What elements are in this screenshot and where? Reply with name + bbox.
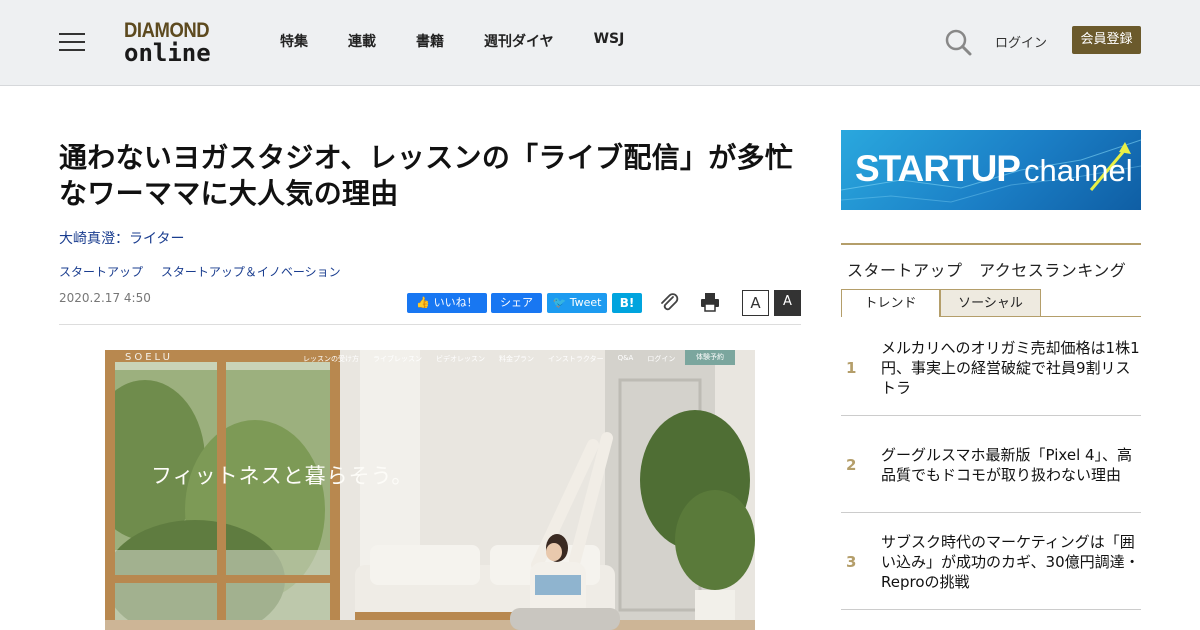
ranking-number: 2: [846, 455, 857, 474]
thumbs-up-icon: 👍: [416, 296, 434, 309]
ranking-item[interactable]: 1 メルカリへのオリガミ売却価格は1株1円、事実上の経営破綻で社員9割リストラ: [841, 319, 1141, 416]
menu-icon[interactable]: [59, 31, 85, 53]
article-hero-image: SOELU レッスンの受け方 ライブレッスン ビデオレッスン 料金プラン インス…: [105, 350, 755, 630]
ranking-top-rule: [841, 243, 1141, 245]
ranking-title: サブスク時代のマーケティングは「囲い込み」が成功のカギ、30億円調達・Repro…: [881, 532, 1140, 591]
font-size-normal-button[interactable]: A: [742, 290, 769, 316]
hero-nav-item: ライブレッスン: [373, 355, 422, 363]
ranking-item[interactable]: 3 サブスク時代のマーケティングは「囲い込み」が成功のカギ、30億円調達・Rep…: [841, 513, 1141, 610]
hero-site-nav: SOELU レッスンの受け方 ライブレッスン ビデオレッスン 料金プラン インス…: [105, 350, 755, 366]
hero-nav-item: Q&A: [617, 354, 634, 362]
startup-channel-banner[interactable]: STARTUP channel: [841, 130, 1141, 210]
nav-item-weekly[interactable]: 週刊ダイヤ: [484, 31, 554, 51]
banner-text-light: channel: [1023, 153, 1133, 188]
ranking-number: 1: [846, 358, 857, 377]
twitter-bird-icon: 🐦: [552, 296, 570, 309]
hero-nav-items: レッスンの受け方 ライブレッスン ビデオレッスン 料金プラン インストラクター …: [303, 354, 675, 364]
tag-startup-innovation[interactable]: スタートアップ＆イノベーション: [161, 265, 341, 279]
ranking-title: メルカリへのオリガミ売却価格は1株1円、事実上の経営破綻で社員9割リストラ: [881, 338, 1140, 397]
divider: [59, 324, 801, 325]
hatena-bookmark-button[interactable]: B!: [612, 293, 642, 313]
hero-nav-item: ビデオレッスン: [436, 355, 485, 363]
login-link[interactable]: ログイン: [995, 32, 1047, 51]
author-link[interactable]: 大崎真澄：ライター: [59, 228, 184, 248]
hero-reserve-badge: 体験予約: [685, 350, 735, 365]
hero-scene: [105, 350, 755, 630]
ranking-heading: スタートアップ アクセスランキング: [847, 261, 1127, 280]
category-tags: スタートアップ スタートアップ＆イノベーション: [59, 263, 355, 280]
site-logo[interactable]: DIAMOND online: [124, 19, 228, 67]
tab-social[interactable]: ソーシャル: [940, 289, 1041, 317]
ranking-item[interactable]: 2 グーグルスマホ最新版「Pixel 4」、高品質でもドコモが取り扱わない理由: [841, 416, 1141, 513]
hero-nav-item: レッスンの受け方: [303, 355, 359, 363]
logo-bottom-text: online: [124, 39, 211, 67]
tweet-label: Tweet: [569, 296, 602, 309]
like-label: いいね！: [433, 296, 478, 309]
nav-item-series[interactable]: 連載: [348, 31, 376, 51]
nav-item-wsj[interactable]: WSJ: [594, 31, 625, 51]
publish-date: 2020.2.17 4:50: [59, 291, 151, 305]
facebook-like-button[interactable]: 👍 いいね！: [407, 293, 487, 313]
paperclip-icon[interactable]: [658, 291, 680, 313]
tab-underline: [940, 316, 1141, 317]
nav-item-books[interactable]: 書籍: [416, 31, 444, 51]
tweet-button[interactable]: 🐦 Tweet: [547, 293, 607, 313]
tag-startup[interactable]: スタートアップ: [59, 265, 143, 279]
banner-text: STARTUP channel: [855, 148, 1133, 190]
hero-nav-item: ログイン: [647, 355, 676, 363]
article-title: 通わないヨガスタジオ、レッスンの「ライブ配信」が多忙なワーママに大人気の理由: [59, 141, 794, 210]
ranking-title: グーグルスマホ最新版「Pixel 4」、高品質でもドコモが取り扱わない理由: [881, 445, 1133, 484]
main-nav: 特集 連載 書籍 週刊ダイヤ WSJ: [280, 31, 664, 51]
banner-text-bold: STARTUP: [855, 148, 1021, 189]
font-size-large-button[interactable]: A: [774, 290, 801, 316]
hero-tagline: フィットネスと暮らそう。: [151, 464, 414, 488]
nav-item-feature[interactable]: 特集: [280, 31, 308, 51]
hero-brand-text: SOELU: [125, 352, 173, 363]
facebook-share-button[interactable]: シェア: [491, 293, 542, 313]
search-icon[interactable]: [944, 28, 972, 56]
tab-trend[interactable]: トレンド: [841, 289, 940, 317]
site-header: DIAMOND online 特集 連載 書籍 週刊ダイヤ WSJ ログイン 会…: [0, 0, 1200, 86]
hero-nav-item: インストラクター: [548, 355, 604, 363]
register-button[interactable]: 会員登録: [1072, 26, 1141, 54]
print-icon[interactable]: [699, 291, 721, 313]
ranking-number: 3: [846, 552, 857, 571]
hero-nav-item: 料金プラン: [499, 355, 534, 363]
